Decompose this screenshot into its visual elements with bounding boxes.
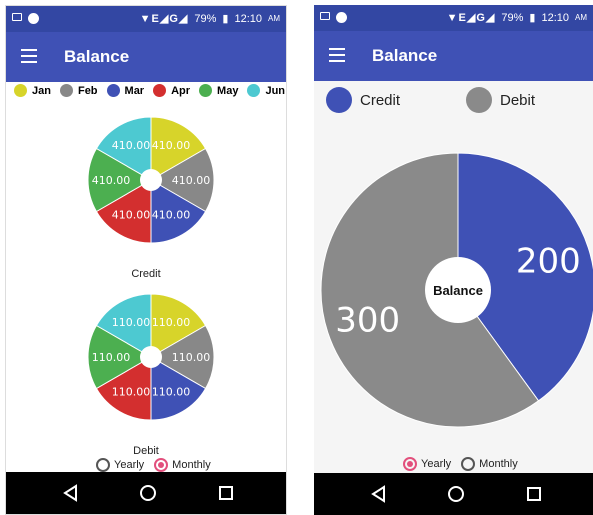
- slice-label: 110.00: [112, 385, 151, 398]
- pie-center-label: Balance: [433, 283, 483, 298]
- legend-credit: Credit: [326, 87, 400, 113]
- period-selector: Yearly Monthly: [96, 458, 211, 472]
- clock-ampm: AM: [575, 13, 587, 22]
- phone-right: ▼E◢G◢ 79% ▮ 12:10 AM Balance Credit Debi…: [314, 5, 593, 515]
- legend-dot: [59, 84, 73, 97]
- slice-label: 110.00: [112, 316, 151, 329]
- pie-center-hole: [140, 346, 162, 368]
- status-bar: ▼E◢G◢ 79% ▮ 12:10 AM: [6, 6, 286, 32]
- battery-percent: 79%: [194, 12, 217, 25]
- balance-pie-chart[interactable]: 200 300 Balance: [314, 135, 593, 435]
- legend-dot: [326, 87, 352, 113]
- slice-label: 410.00: [112, 208, 151, 221]
- legend-item: May: [199, 84, 238, 97]
- recents-icon[interactable]: [524, 484, 544, 504]
- battery-icon: ▮: [529, 12, 536, 24]
- app-bar: Balance: [6, 32, 286, 82]
- slice-label: 410.00: [172, 174, 211, 187]
- back-icon[interactable]: [369, 484, 389, 504]
- legend-dot: [153, 84, 167, 97]
- legend-dot: [247, 84, 261, 97]
- slice-label: 300: [335, 300, 400, 340]
- yearly-label: Yearly: [114, 459, 145, 471]
- period-selector: Yearly Monthly: [403, 457, 518, 471]
- legend-dot: [106, 84, 120, 97]
- legend-item: Feb: [59, 84, 98, 97]
- slice-label: 110.00: [152, 385, 191, 398]
- slice-label: 410.00: [152, 139, 191, 152]
- slice-label: 410.00: [92, 174, 131, 187]
- yearly-radio[interactable]: [96, 458, 110, 472]
- menu-icon[interactable]: [21, 49, 37, 63]
- legend-item: Jan: [14, 84, 51, 97]
- month-legend: Jan Feb Mar Apr May Jun: [14, 84, 285, 97]
- slice-label: 110.00: [92, 351, 131, 364]
- nav-bar: [314, 473, 593, 515]
- notification-icon: [28, 13, 39, 24]
- legend-item: Jun: [247, 84, 285, 97]
- debit-pie-chart[interactable]: 110.00110.00110.00110.00110.00110.00: [6, 287, 287, 427]
- battery-percent: 79%: [501, 11, 524, 24]
- slice-label: 110.00: [152, 316, 191, 329]
- signal-icons: ▼E◢G◢: [139, 13, 189, 25]
- screenshot-icon: [12, 13, 22, 21]
- legend-item: Apr: [153, 84, 190, 97]
- home-icon[interactable]: [446, 484, 466, 504]
- yearly-label: Yearly: [421, 458, 452, 470]
- notification-icon: [336, 12, 347, 23]
- debit-chart-label: Debit: [133, 445, 159, 457]
- clock: 12:10: [234, 12, 262, 25]
- slice-label: 410.00: [112, 139, 151, 152]
- battery-icon: ▮: [222, 13, 229, 25]
- legend-dot: [199, 84, 213, 97]
- yearly-radio[interactable]: [403, 457, 417, 471]
- home-icon[interactable]: [138, 483, 158, 503]
- legend-item: Mar: [106, 84, 144, 97]
- clock-ampm: AM: [268, 14, 280, 23]
- monthly-radio[interactable]: [154, 458, 169, 472]
- page-title: Balance: [64, 47, 130, 66]
- credit-pie-chart[interactable]: 410.00410.00410.00410.00410.00410.00: [6, 110, 287, 250]
- signal-icons: ▼E◢G◢: [446, 12, 496, 24]
- legend-debit: Debit: [466, 87, 535, 113]
- slice-label: 410.00: [152, 208, 191, 221]
- status-bar: ▼E◢G◢ 79% ▮ 12:10 AM: [314, 5, 593, 31]
- recents-icon[interactable]: [216, 483, 236, 503]
- menu-icon[interactable]: [329, 48, 345, 62]
- screenshot-icon: [320, 12, 330, 20]
- legend-dot: [466, 87, 492, 113]
- slice-label: 200: [516, 242, 581, 282]
- phone-left: ▼E◢G◢ 79% ▮ 12:10 AM Balance Jan Feb Mar…: [5, 5, 287, 515]
- slice-label: 110.00: [172, 351, 211, 364]
- back-icon[interactable]: [61, 483, 81, 503]
- monthly-label: Monthly: [172, 459, 211, 471]
- app-bar: Balance: [314, 31, 593, 81]
- monthly-radio[interactable]: [461, 457, 476, 471]
- credit-chart-label: Credit: [131, 268, 161, 280]
- monthly-label: Monthly: [479, 458, 518, 470]
- legend-dot: [14, 84, 27, 97]
- clock: 12:10: [541, 11, 569, 24]
- nav-bar: [6, 472, 286, 514]
- pie-center-hole: [140, 169, 162, 191]
- page-title: Balance: [372, 46, 438, 65]
